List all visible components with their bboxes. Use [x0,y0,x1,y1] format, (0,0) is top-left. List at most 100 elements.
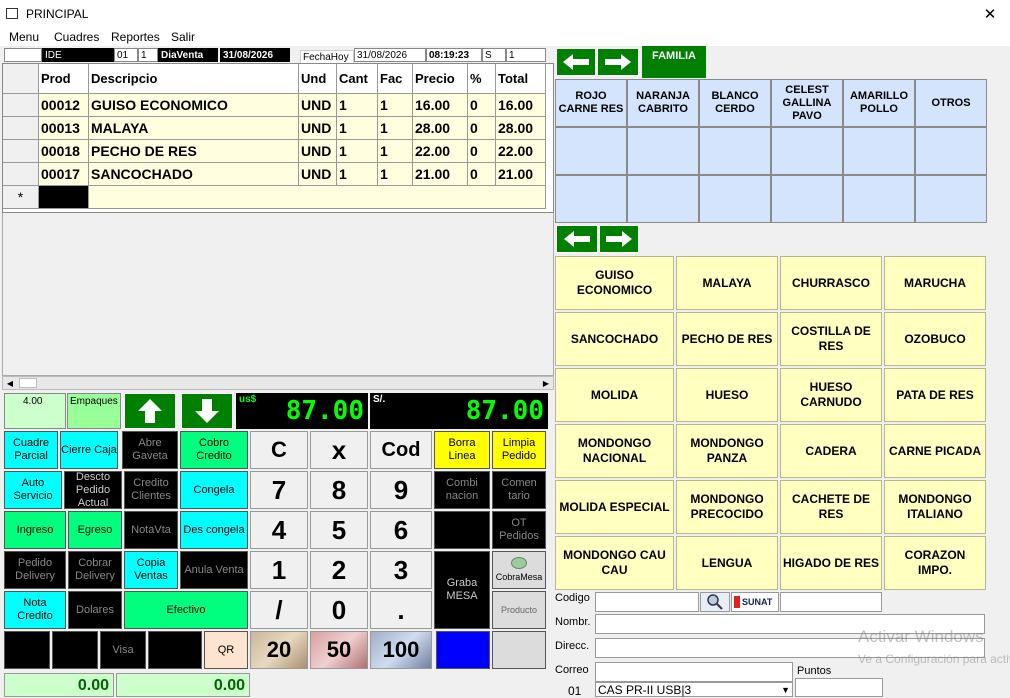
familia-empty[interactable] [843,175,915,223]
familia-empty[interactable] [915,175,987,223]
dia-venta-date[interactable]: 31/08/2026 [220,48,290,62]
product-button[interactable]: SANCOCHADO [555,312,674,366]
menu-menu[interactable]: Menu [9,30,39,44]
product-button[interactable]: MONDONGO CAU CAU [555,536,674,590]
familia-next-button[interactable] [597,48,639,76]
cell-percent[interactable]: 0 [468,94,496,117]
scroll-right-icon[interactable]: ▶ [539,377,553,389]
black-button[interactable] [4,631,50,669]
ot-pedidos-button[interactable]: OT Pedidos [492,511,546,549]
product-button[interactable]: PECHO DE RES [676,312,778,366]
black-button[interactable] [434,511,490,549]
product-button[interactable]: CACHETE DE RES [780,480,882,534]
key-7[interactable]: 7 [250,471,308,509]
col-percent[interactable]: % [468,64,496,94]
credito-clientes-button[interactable]: Credito Clientes [124,471,178,509]
key-0[interactable]: 0 [310,591,368,629]
product-button[interactable]: HIGADO DE RES [780,536,882,590]
cell-precio[interactable]: 16.00 [413,94,468,117]
col-descripcio[interactable]: Descripcio [89,64,299,94]
ide-field[interactable]: IDE [42,48,114,62]
ide-num2-field[interactable]: 1 [138,48,158,62]
borra-linea-button[interactable]: Borra Linea [434,431,490,469]
chevron-down-icon[interactable]: ▼ [781,683,790,697]
familia-celest[interactable]: CELEST GALLINA PAVO [771,79,843,127]
col-fac[interactable]: Fac [378,64,413,94]
black-button[interactable] [148,631,202,669]
comentario-button[interactable]: Comen tario [492,471,546,509]
key-x[interactable]: x [310,431,368,469]
product-button[interactable]: MONDONGO PANZA [676,424,778,478]
anula-venta-button[interactable]: Anula Venta [180,551,248,589]
cobro-credito-button[interactable]: Cobro Credito [180,431,248,469]
descto-pedido-button[interactable]: Descto Pedido Actual [64,471,122,509]
menu-cuadres[interactable]: Cuadres [54,30,99,44]
egreso-button[interactable]: Egreso [68,511,122,549]
new-row-prod-cell[interactable] [39,186,89,209]
familia-empty[interactable] [555,127,627,175]
familia-empty[interactable] [699,175,771,223]
cell-cant[interactable]: 1 [337,117,378,140]
familia-empty[interactable] [627,175,699,223]
cell-percent[interactable]: 0 [468,163,496,186]
key-dot[interactable]: . [370,591,432,629]
familia-empty[interactable] [915,127,987,175]
cell-fac[interactable]: 1 [378,163,413,186]
familia-blanco[interactable]: BLANCO CERDO [699,79,771,127]
cell-und[interactable]: UND [299,117,337,140]
limpia-pedido-button[interactable]: Limpia Pedido [492,431,546,469]
congela-button[interactable]: Congela [180,471,248,509]
cell-prod[interactable]: 00012 [39,94,89,117]
product-button[interactable]: MOLIDA ESPECIAL [555,480,674,534]
product-button[interactable]: CHURRASCO [780,256,882,310]
menu-salir[interactable]: Salir [171,30,195,44]
row-header[interactable] [3,140,39,163]
cobra-mesa-button[interactable]: CobraMesa [492,551,546,589]
arrow-up-button[interactable] [124,393,176,429]
cell-descripcio[interactable]: GUISO ECONOMICO [89,94,299,117]
product-button[interactable]: HUESO CARNUDO [780,368,882,422]
efectivo-button[interactable]: Efectivo [124,591,248,629]
cell-cant[interactable]: 1 [337,140,378,163]
familia-amarillo[interactable]: AMARILLO POLLO [843,79,915,127]
familia-empty[interactable] [627,127,699,175]
familia-prev-button[interactable] [556,48,596,76]
puntos-input[interactable] [795,678,883,697]
cobrar-delivery-button[interactable]: Cobrar Delivery [68,551,122,589]
products-next-button[interactable] [599,225,639,253]
cell-precio[interactable]: 28.00 [413,117,468,140]
abre-gaveta-button[interactable]: Abre Gaveta [122,431,178,469]
key-3[interactable]: 3 [370,551,432,589]
gray-button[interactable] [492,631,546,669]
descongela-button[interactable]: Des congela [180,511,248,549]
qr-button[interactable]: QR [204,631,248,669]
ingreso-button[interactable]: Ingreso [4,511,66,549]
cell-cant[interactable]: 1 [337,94,378,117]
product-button[interactable]: CARNE PICADA [884,424,986,478]
cell-percent[interactable]: 0 [468,140,496,163]
product-button[interactable]: MOLIDA [555,368,674,422]
correo-input[interactable] [595,662,793,682]
product-button[interactable]: MARUCHA [884,256,986,310]
cell-prod[interactable]: 00017 [39,163,89,186]
cell-fac[interactable]: 1 [378,94,413,117]
s-value-field[interactable]: 1 [506,48,546,62]
cell-total[interactable]: 22.00 [496,140,546,163]
codigo-extra-input[interactable] [780,592,882,612]
cell-fac[interactable]: 1 [378,140,413,163]
cell-cant[interactable]: 1 [337,163,378,186]
copia-ventas-button[interactable]: Copia Ventas [124,551,178,589]
product-button[interactable]: MONDONGO NACIONAL [555,424,674,478]
row-header[interactable] [3,163,39,186]
sunat-button[interactable]: SUNAT [731,592,779,612]
cell-prod[interactable]: 00018 [39,140,89,163]
product-button[interactable]: CADERA [780,424,882,478]
product-button[interactable]: HUESO [676,368,778,422]
key-c[interactable]: C [250,431,308,469]
familia-naranja[interactable]: NARANJA CABRITO [627,79,699,127]
key-1[interactable]: 1 [250,551,308,589]
col-total[interactable]: Total [496,64,546,94]
cell-descripcio[interactable]: PECHO DE RES [89,140,299,163]
cell-precio[interactable]: 21.00 [413,163,468,186]
nota-credito-button[interactable]: Nota Credito [4,591,66,629]
